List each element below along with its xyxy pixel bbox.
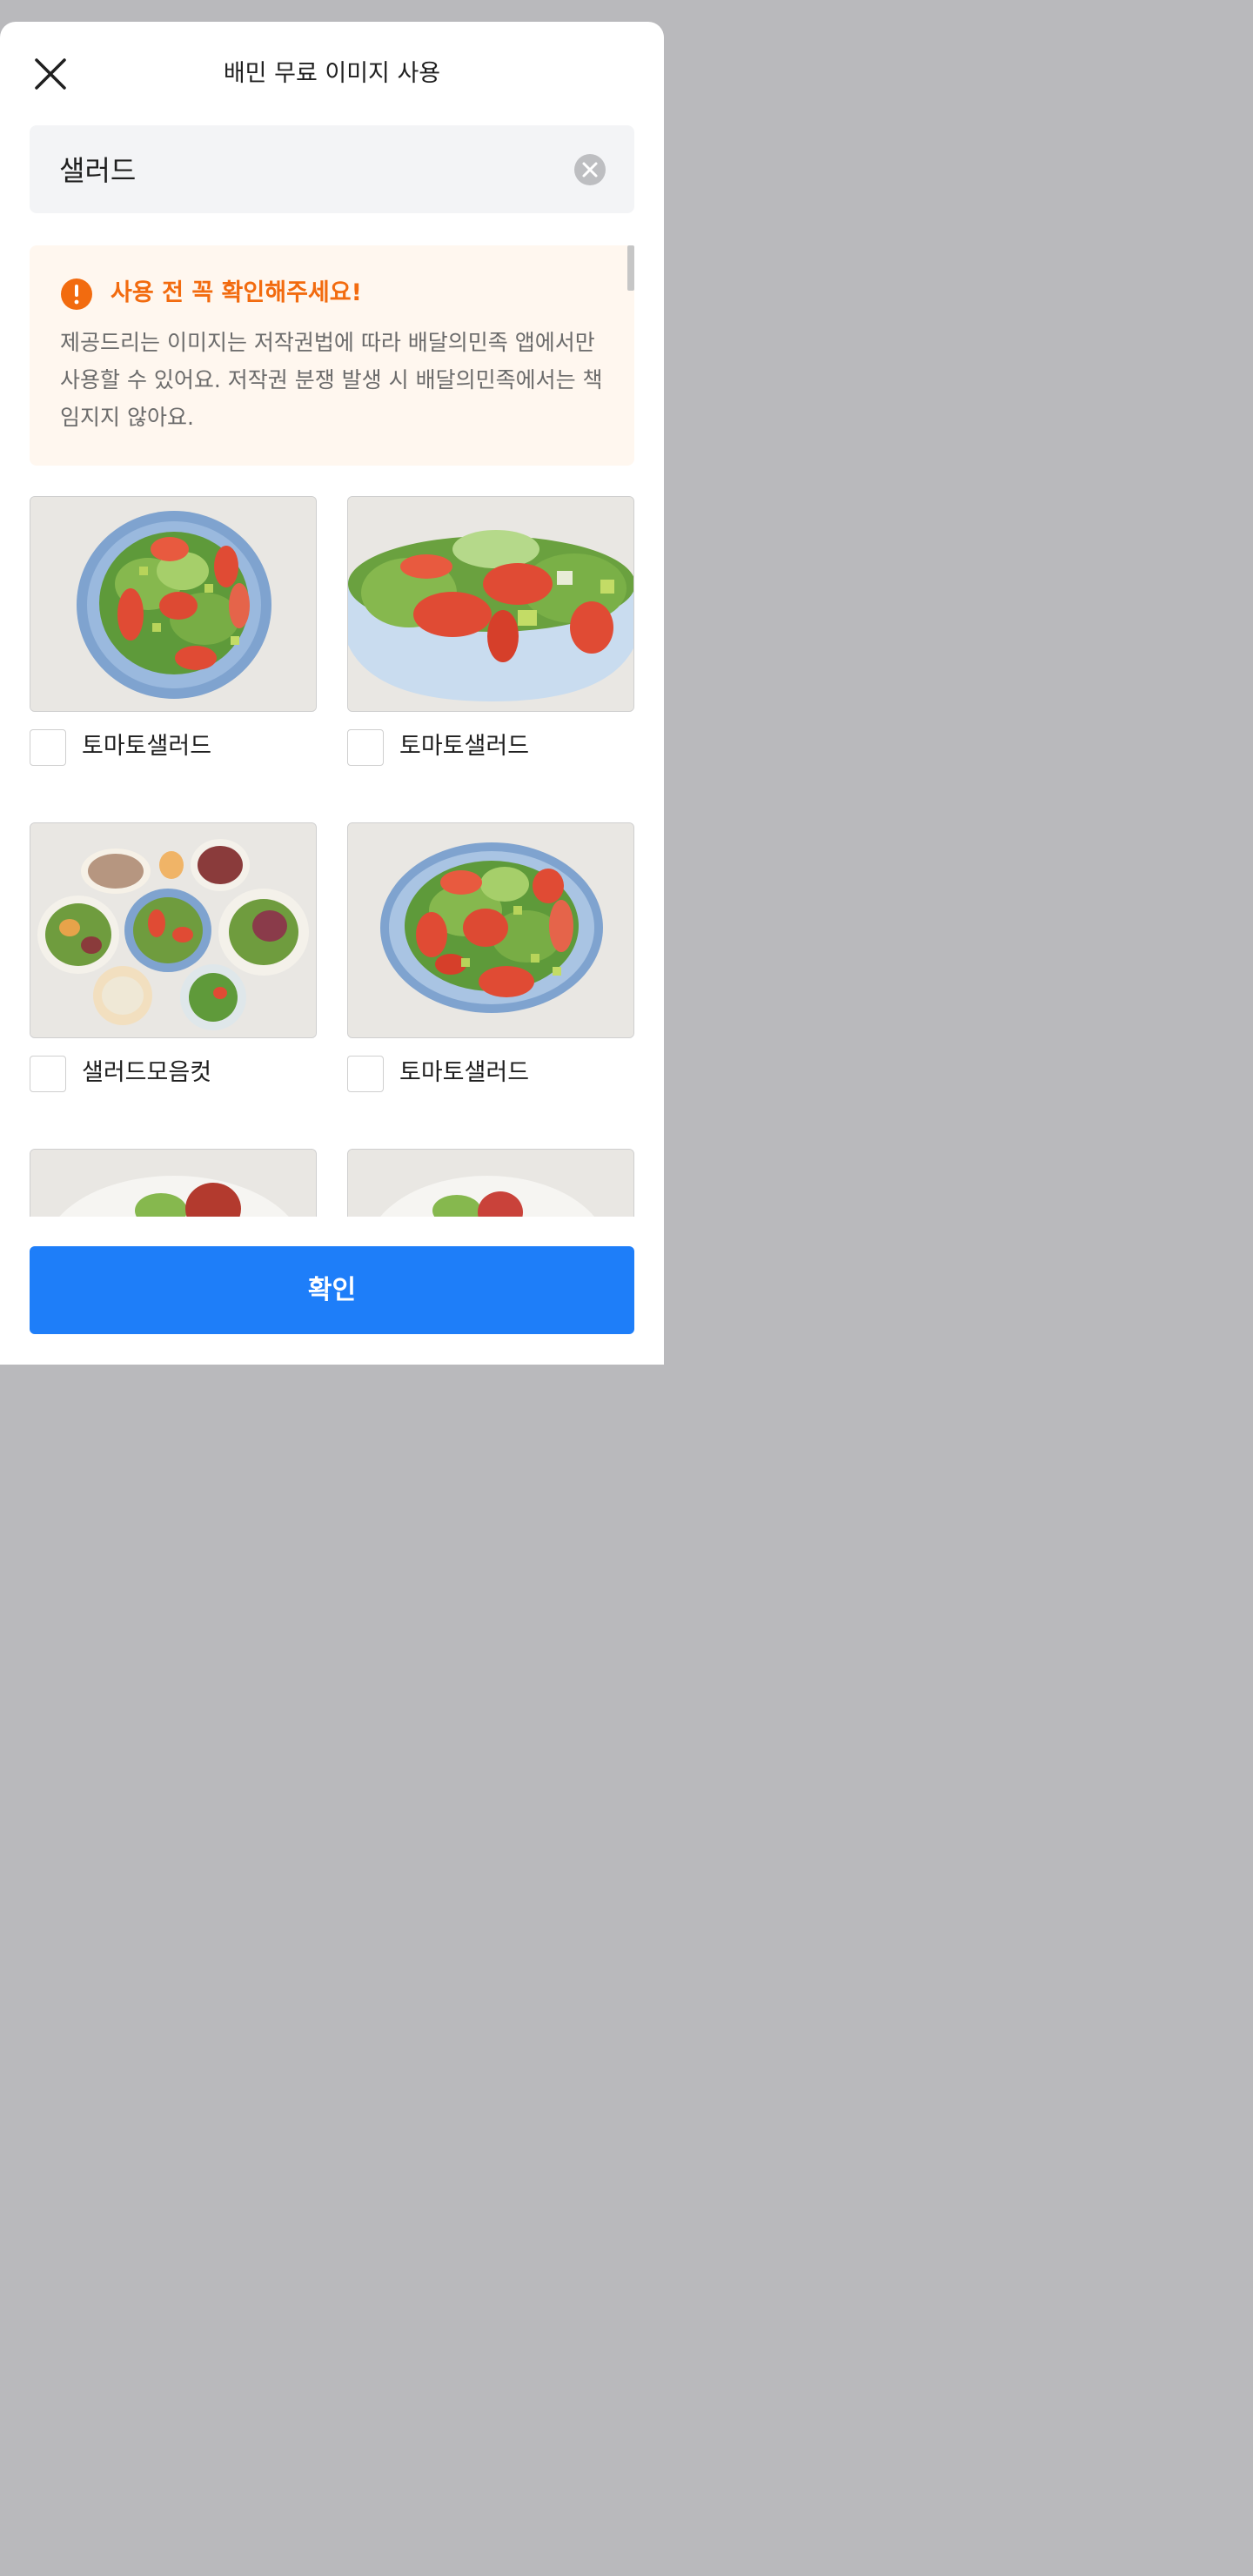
clear-icon [574, 154, 606, 185]
select-checkbox[interactable] [30, 729, 66, 766]
warning-icon [61, 278, 92, 310]
scrollbar[interactable] [627, 245, 634, 291]
image-card[interactable] [347, 1149, 634, 1217]
image-grid: 토마토샐러드 토마토샐러드 샐러드모음컷 토마토샐러드 [0, 496, 664, 1217]
notice-body: 제공드리는 이미지는 저작권법에 따라 배달의민족 앱에서만 사용할 수 있어요… [60, 330, 603, 430]
image-card[interactable]: 토마토샐러드 [347, 496, 634, 766]
salad-image [30, 497, 316, 711]
image-thumbnail[interactable] [30, 496, 317, 712]
notice-title: 사용 전 꼭 확인해주세요! [111, 279, 362, 306]
select-checkbox[interactable] [30, 1056, 66, 1092]
salad-image [348, 1150, 633, 1217]
image-label: 토마토샐러드 [399, 1059, 530, 1086]
image-label: 샐러드모음컷 [82, 1059, 212, 1086]
image-label: 토마토샐러드 [399, 733, 530, 760]
image-label: 토마토샐러드 [82, 733, 212, 760]
image-thumbnail[interactable] [347, 496, 634, 712]
confirm-button[interactable]: 확인 [30, 1246, 634, 1334]
image-thumbnail[interactable] [30, 822, 317, 1038]
image-card[interactable]: 토마토샐러드 [30, 496, 317, 766]
notice-box: 사용 전 꼭 확인해주세요! 제공드리는 이미지는 저작권법에 따라 배달의민족… [30, 245, 634, 466]
clear-search-button[interactable] [574, 154, 606, 185]
image-thumbnail[interactable] [30, 1149, 317, 1217]
bottom-sheet: 배민 무료 이미지 사용 사용 전 꼭 확인해주세요! 제공드리는 이미지는 저… [0, 22, 664, 1365]
page-title: 배민 무료 이미지 사용 [223, 60, 441, 87]
salad-image [30, 1150, 316, 1217]
select-checkbox[interactable] [347, 1056, 384, 1092]
image-card[interactable]: 샐러드모음컷 [30, 822, 317, 1092]
image-card[interactable]: 토마토샐러드 [347, 822, 634, 1092]
image-thumbnail[interactable] [347, 822, 634, 1038]
image-card[interactable] [30, 1149, 317, 1217]
salad-image [348, 497, 633, 711]
select-checkbox[interactable] [347, 729, 384, 766]
salad-image [348, 823, 633, 1037]
search-input[interactable] [59, 146, 546, 191]
salad-image [30, 823, 316, 1037]
image-thumbnail[interactable] [347, 1149, 634, 1217]
search-box [30, 125, 634, 213]
